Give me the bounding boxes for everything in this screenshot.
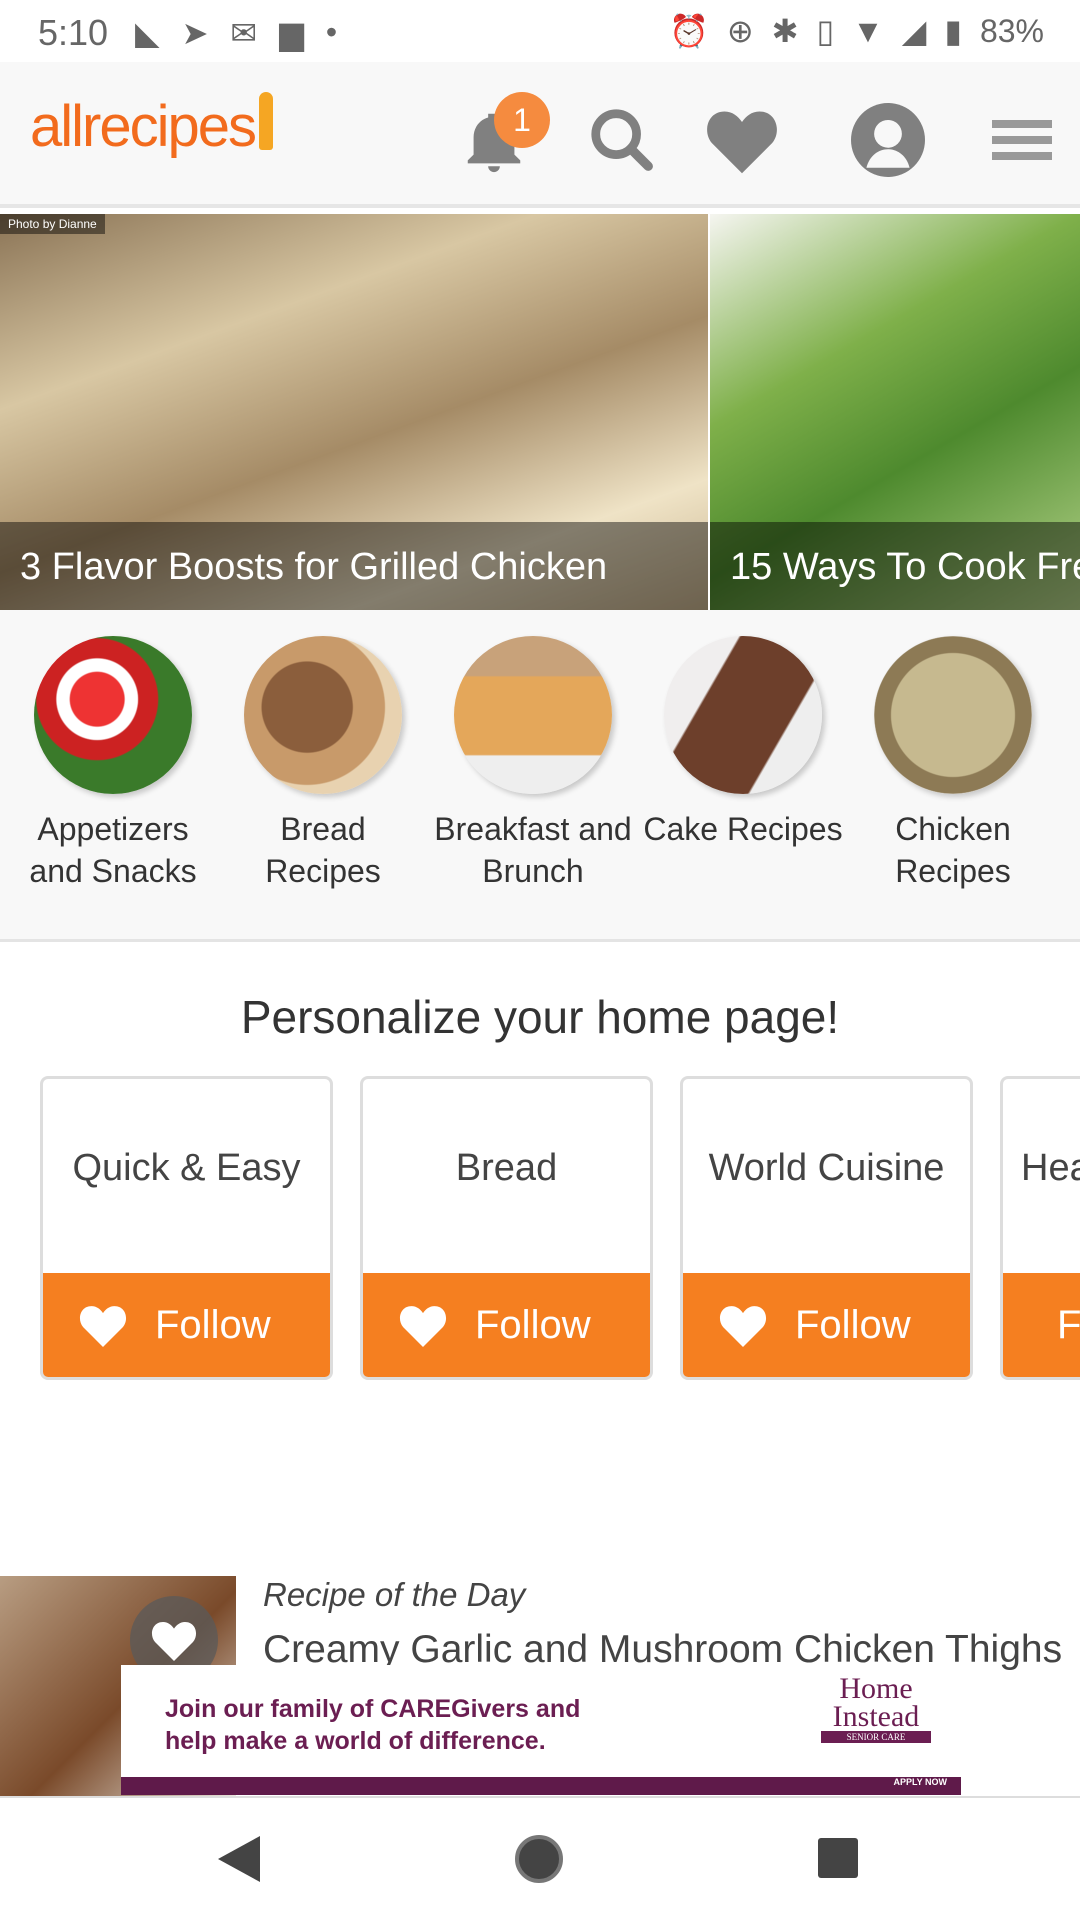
topic-label: Quick & Easy [72, 1147, 301, 1189]
category-image [454, 636, 612, 794]
topic-card: World Cuisine Follow [680, 1076, 973, 1380]
follow-label: Follow [475, 1302, 591, 1347]
back-icon[interactable] [218, 1836, 260, 1882]
category-image [34, 636, 192, 794]
hero-slide[interactable]: Photo by Dianne 3 Flavor Boosts for Gril… [0, 214, 708, 610]
heart-icon [399, 1306, 447, 1347]
ad-cta[interactable]: APPLY NOW [121, 1777, 961, 1795]
follow-label: Follow [155, 1302, 271, 1347]
topic-card: Healthy Follow [1000, 1076, 1080, 1380]
system-nav-bar [0, 1796, 1080, 1920]
ad-banner[interactable]: Join our family of CAREGivers and help ma… [121, 1665, 961, 1795]
allrecipes-logo[interactable]: allrecipes [30, 92, 273, 160]
ad-brand: Home Instead [832, 1672, 920, 1733]
logo-text: allrecipes [30, 94, 257, 159]
topic-card: Quick & Easy Follow [40, 1076, 333, 1380]
data-saver-icon: ⊕ [726, 13, 754, 49]
search-button[interactable] [584, 102, 660, 178]
heart-icon [707, 111, 777, 174]
topic-label: Bread [455, 1147, 558, 1189]
follow-button[interactable]: Follow [43, 1273, 330, 1377]
category-chicken[interactable]: Chicken Recipes [853, 636, 1053, 892]
notification-icons: ◣ ➤ ✉ ▆ • [135, 14, 337, 52]
category-label: Appetizers and Snacks [29, 811, 197, 889]
app-header: allrecipes 1 [0, 62, 1080, 208]
category-strip: Appetizers and Snacks Bread Recipes Brea… [0, 610, 1080, 942]
telegram-icon: ➤ [181, 15, 209, 51]
follow-label: Follow [1057, 1302, 1080, 1347]
system-icons: ⏰ ⊕ ✱ ▯ ▼ ◢ ▮ 83% [669, 12, 1044, 50]
hamburger-menu-icon [992, 120, 1052, 160]
vibrate-icon: ▯ [816, 13, 835, 49]
status-time: 5:10 [38, 12, 109, 53]
topic-label: Healthy [1021, 1147, 1080, 1189]
hero-carousel[interactable]: Photo by Dianne 3 Flavor Boosts for Gril… [0, 214, 1080, 610]
topic-label: World Cuisine [708, 1147, 945, 1189]
user-avatar-icon [851, 103, 925, 177]
notification-badge: 1 [494, 92, 550, 148]
wifi-icon: ▼ [852, 12, 884, 49]
recents-icon[interactable] [818, 1838, 858, 1878]
follow-button[interactable]: Follow [683, 1273, 970, 1377]
menu-button[interactable] [984, 102, 1060, 178]
folder-heart-icon: ▆ [279, 15, 304, 51]
heart-icon [79, 1306, 127, 1347]
hero-slide-title: 3 Flavor Boosts for Grilled Chicken [0, 522, 708, 610]
follow-label: Follow [795, 1302, 911, 1347]
search-icon [591, 109, 653, 171]
home-icon[interactable] [514, 1834, 564, 1884]
follow-button[interactable]: Follow [1003, 1273, 1080, 1377]
cast-icon: ◣ [135, 15, 160, 51]
spoon-icon [259, 92, 273, 150]
follow-button[interactable]: Follow [363, 1273, 650, 1377]
heart-icon [151, 1622, 197, 1661]
ad-line: help make a world of difference. [165, 1727, 546, 1755]
topic-card: Bread Follow [360, 1076, 653, 1380]
category-label: Bread Recipes [265, 811, 381, 889]
battery-percent: 83% [979, 12, 1044, 49]
category-appetizers[interactable]: Appetizers and Snacks [13, 636, 213, 892]
dot-icon: • [325, 14, 338, 50]
photo-credit: Photo by Dianne [0, 214, 105, 234]
category-cake[interactable]: Cake Recipes [643, 636, 843, 850]
ad-brand-logo: Home Instead SENIOR CARE [821, 1672, 931, 1743]
personalize-title: Personalize your home page! [240, 991, 840, 1043]
recipe-kicker: Recipe of the Day [263, 1576, 526, 1613]
category-breakfast[interactable]: Breakfast and Brunch [433, 636, 633, 892]
category-image [244, 636, 402, 794]
category-bread[interactable]: Bread Recipes [223, 636, 423, 892]
hero-slide-title: 15 Ways To Cook Fresh Asparagus [710, 522, 1080, 610]
signal-icon: ◢ [901, 13, 927, 49]
bluetooth-icon: ✱ [771, 13, 799, 49]
category-label: Breakfast and Brunch [434, 811, 632, 889]
ad-text: Join our family of CAREGivers and help ma… [165, 1693, 580, 1757]
category-image [664, 636, 822, 794]
gmail-icon: ✉ [230, 15, 258, 51]
ad-line: Join our family of CAREGivers and [165, 1695, 581, 1723]
alarm-icon: ⏰ [668, 13, 709, 49]
battery-icon: ▮ [944, 13, 962, 49]
category-label: Cake Recipes [643, 811, 843, 847]
favorites-button[interactable] [704, 102, 780, 178]
profile-button[interactable] [850, 102, 926, 178]
hero-slide[interactable]: 15 Ways To Cook Fresh Asparagus [710, 214, 1080, 610]
category-label: Chicken Recipes [895, 811, 1011, 889]
status-bar: 5:10 ◣ ➤ ✉ ▆ • ⏰ ⊕ ✱ ▯ ▼ ◢ ▮ 83% [0, 0, 1080, 62]
heart-icon [719, 1306, 767, 1347]
category-image [874, 636, 1032, 794]
